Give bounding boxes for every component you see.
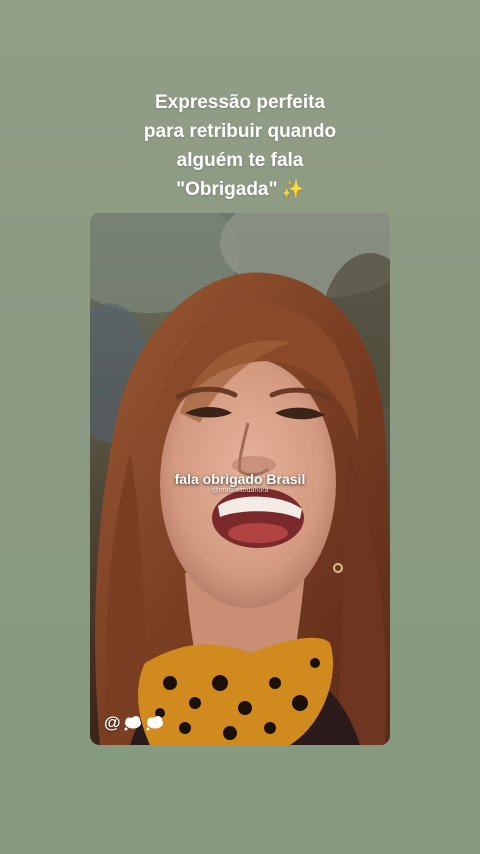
video-subtitle: fala obrigado Brasil — [174, 471, 306, 487]
video-player[interactable]: fala obrigado Brasil @motiveitodahora @ — [90, 213, 390, 745]
caption-line-4: "Obrigada" ✨ — [0, 175, 480, 204]
caption-quote: "Obrigada" — [176, 179, 278, 200]
caption-line-1: Expressão perfeita — [154, 92, 326, 113]
handle-at-sign: @ — [104, 713, 121, 732]
video-handle[interactable]: @ — [104, 713, 165, 733]
post-caption: Expressão perfeita para retribuir quando… — [0, 88, 480, 204]
thought-balloon-icon — [124, 716, 141, 731]
sparkles-icon: ✨ — [281, 179, 304, 199]
caption-line-3: alguém te fala — [176, 150, 304, 171]
thought-balloon-icon — [146, 716, 163, 731]
video-watermark: @motiveitodahora — [211, 487, 269, 494]
caption-line-2: para retribuir quando — [143, 121, 337, 142]
